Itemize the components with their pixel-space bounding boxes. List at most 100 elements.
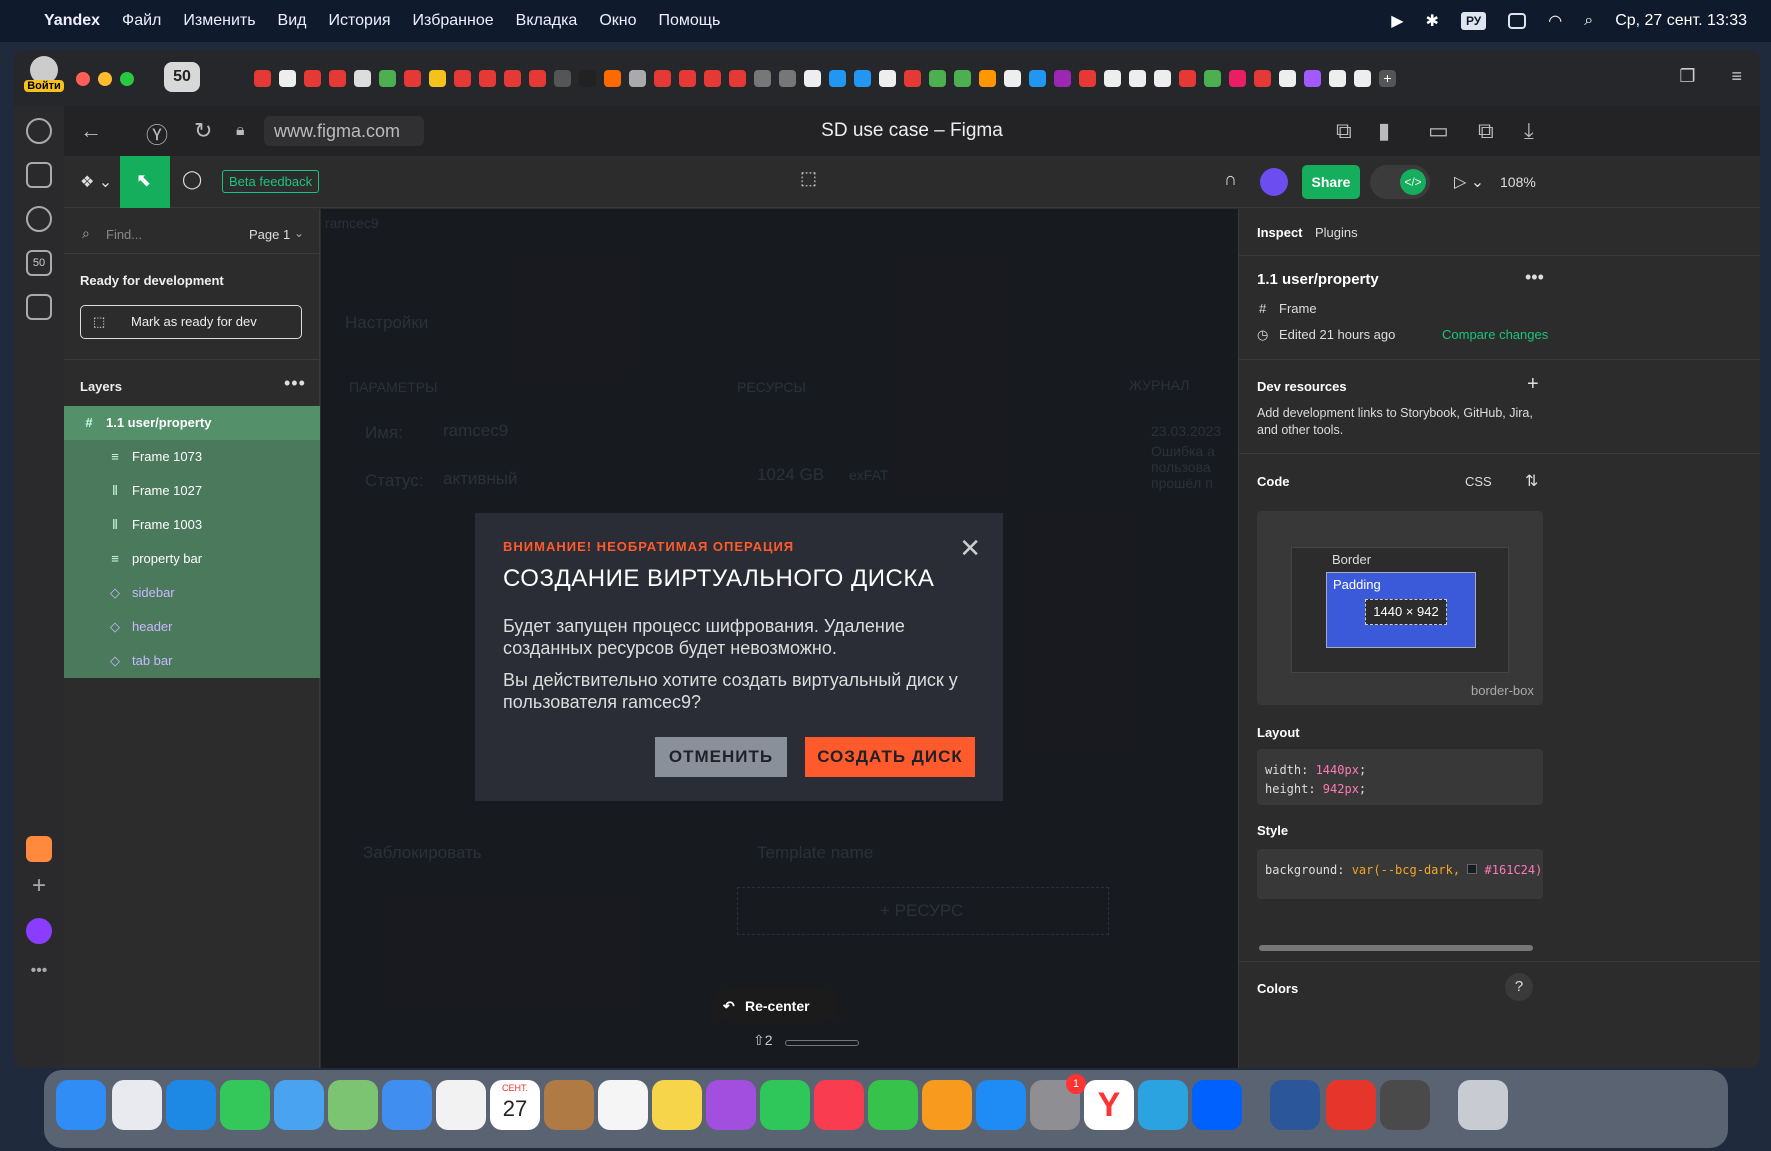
find-input[interactable]: Find... — [106, 227, 142, 242]
minimize-window-icon[interactable] — [98, 72, 112, 86]
dropbox-icon[interactable] — [1192, 1080, 1242, 1130]
tab-favicon[interactable] — [754, 69, 771, 87]
battery-icon[interactable] — [1508, 13, 1527, 29]
settings-icon[interactable]: ⇅ — [1525, 471, 1538, 491]
tab-favicon[interactable] — [929, 69, 946, 87]
tab-favicon[interactable] — [1129, 69, 1146, 87]
play-circle-icon[interactable] — [26, 206, 52, 232]
reminders-icon[interactable] — [598, 1080, 648, 1130]
tab-favicon[interactable] — [804, 69, 821, 87]
menu-bookmarks[interactable]: Избранное — [413, 12, 494, 30]
app-icon[interactable] — [26, 836, 52, 862]
tab-favicon[interactable] — [1279, 69, 1296, 87]
page-selector[interactable]: Page 1 — [249, 227, 290, 242]
tab-favicon[interactable] — [1254, 69, 1271, 87]
tab-favicon[interactable] — [604, 69, 621, 87]
play-icon[interactable]: ▶ — [1391, 11, 1403, 31]
battery-saver-icon[interactable]: ▭ — [1428, 118, 1449, 144]
tab-favicon[interactable] — [979, 69, 996, 87]
layer-item[interactable]: ◇ tab bar — [64, 644, 320, 678]
tab-favicon[interactable] — [954, 69, 971, 87]
notes-icon[interactable] — [652, 1080, 702, 1130]
tab-favicon[interactable] — [704, 69, 721, 87]
word-icon[interactable] — [1270, 1080, 1320, 1130]
menu-app[interactable]: Yandex — [44, 12, 100, 30]
tab-favicon[interactable] — [454, 69, 471, 87]
finder-icon[interactable] — [56, 1080, 106, 1130]
tab-plugins[interactable]: Plugins — [1315, 225, 1358, 240]
tab-favicon[interactable] — [1179, 69, 1196, 87]
login-button[interactable]: Войти — [24, 56, 64, 100]
input-source[interactable]: РУ — [1460, 12, 1487, 30]
tab-count-button[interactable]: 50 — [164, 62, 200, 92]
layer-item[interactable]: ≡ Frame 1073 — [64, 440, 320, 474]
move-tool[interactable]: ⬉ — [120, 156, 170, 208]
yandex-browser-icon[interactable]: Y — [1084, 1080, 1134, 1130]
tab-favicon[interactable] — [304, 69, 321, 87]
music-icon[interactable] — [814, 1080, 864, 1130]
tab-favicon[interactable] — [479, 69, 496, 87]
layer-item[interactable]: ⦀ Frame 1003 — [64, 508, 320, 542]
canvas-scroll-handle[interactable] — [785, 1040, 859, 1046]
new-tab-icon[interactable]: + — [1379, 69, 1396, 87]
facetime-icon[interactable] — [760, 1080, 810, 1130]
layer-item[interactable]: ◇ header — [64, 610, 320, 644]
more-icon[interactable]: ••• — [26, 962, 52, 988]
style-code[interactable]: background: var(--bcg-dark, #161C24); — [1257, 849, 1543, 899]
menu-file[interactable]: Файл — [122, 12, 161, 30]
messages-icon[interactable] — [220, 1080, 270, 1130]
add-icon[interactable]: + — [26, 874, 52, 900]
launchpad-icon[interactable] — [112, 1080, 162, 1130]
menu-history[interactable]: История — [329, 12, 391, 30]
mark-ready-button[interactable]: ⬚ Mark as ready for dev — [80, 305, 302, 339]
tab-favicon[interactable] — [1004, 69, 1021, 87]
menu-help[interactable]: Помощь — [659, 12, 721, 30]
tab-favicon[interactable] — [1154, 69, 1171, 87]
tab-badge-icon[interactable]: 50 — [26, 250, 52, 276]
canvas[interactable]: ramcec9 Настройки ПАРАМЕТРЫ РЕСУРСЫ ЖУРН… — [321, 209, 1238, 1068]
calculator-icon[interactable] — [1380, 1080, 1430, 1130]
tab-favicon[interactable] — [254, 69, 271, 87]
numbers-icon[interactable] — [868, 1080, 918, 1130]
close-window-icon[interactable] — [76, 72, 90, 86]
dev-frame-icon[interactable]: ⬚ — [800, 168, 817, 189]
tab-favicon[interactable] — [679, 69, 696, 87]
code-title[interactable]: Code — [1257, 474, 1290, 489]
menu-edit[interactable]: Изменить — [183, 12, 255, 30]
layer-item[interactable]: ≡ property bar — [64, 542, 320, 576]
copy-icon[interactable]: ❐ — [1679, 66, 1695, 87]
avatar[interactable] — [1260, 168, 1288, 196]
keynote-icon[interactable] — [382, 1080, 432, 1130]
translate-icon[interactable]: ⧉ — [1336, 118, 1352, 144]
close-icon[interactable]: ✕ — [959, 533, 981, 564]
layer-item[interactable]: ⦀ Frame 1027 — [64, 474, 320, 508]
extensions-icon[interactable]: ⧉ — [1478, 118, 1494, 144]
tab-favicon[interactable] — [529, 69, 546, 87]
tab-favicon[interactable] — [554, 69, 571, 87]
tab-favicon[interactable] — [854, 69, 871, 87]
layout-code[interactable]: width: 1440px; height: 942px; — [1257, 749, 1543, 805]
layer-root[interactable]: # 1.1 user/property — [64, 406, 320, 440]
tab-inspect[interactable]: Inspect — [1257, 225, 1303, 240]
dev-mode-toggle[interactable]: </> — [1370, 165, 1430, 199]
bluetooth-icon[interactable]: ✱ — [1426, 11, 1439, 31]
safari-icon[interactable] — [166, 1080, 216, 1130]
layer-item[interactable]: ◇ sidebar — [64, 576, 320, 610]
tab-favicon[interactable] — [1079, 69, 1096, 87]
beta-feedback-button[interactable]: Beta feedback — [222, 170, 320, 193]
screenshot-icon[interactable] — [26, 294, 52, 320]
recenter-button[interactable]: ↶ Re-center ⇧2 — [711, 989, 839, 1048]
tab-favicon[interactable] — [579, 69, 596, 87]
telegram-icon[interactable] — [1138, 1080, 1188, 1130]
calendar-icon[interactable]: СЕНТ. 27 — [490, 1080, 540, 1130]
tab-favicon[interactable] — [1029, 69, 1046, 87]
maps-icon[interactable] — [328, 1080, 378, 1130]
create-disk-button[interactable]: СОЗДАТЬ ДИСК — [805, 737, 975, 777]
search-icon[interactable]: ⌕ — [1584, 12, 1593, 30]
add-icon[interactable]: + — [1527, 373, 1539, 396]
bookmark-icon[interactable]: ▮ — [1378, 118, 1390, 144]
tab-favicon[interactable] — [729, 69, 746, 87]
tab-favicon[interactable] — [654, 69, 671, 87]
menu-icon[interactable]: ≡ — [1731, 66, 1742, 87]
app-store-icon[interactable] — [976, 1080, 1026, 1130]
